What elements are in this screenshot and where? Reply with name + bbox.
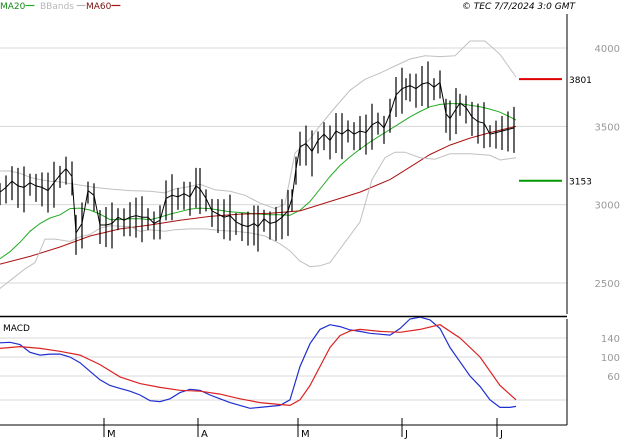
macd-axis-ticks: 140 100 60	[601, 334, 620, 383]
legend-label-bbands: BBands	[40, 2, 74, 12]
price-panel-background	[0, 14, 567, 314]
price-tick-label: 3000	[595, 201, 620, 212]
legend-label-ma20: MA20	[0, 2, 26, 12]
header-legend: MA20 BBands MA60	[0, 2, 121, 12]
resistance-level-label: 3801	[569, 76, 592, 86]
copyright-text: © TEC 7/7/2024 3:0 GMT	[462, 2, 577, 12]
price-tick-label: 3500	[595, 122, 620, 133]
macd-tick-label: 140	[601, 334, 620, 345]
month-label: J	[499, 429, 503, 440]
stock-chart: 38013153 MA20 BBands MA60 © TEC 7/7/2024 3…	[0, 2, 620, 440]
month-label: M	[107, 429, 116, 440]
month-label: M	[301, 429, 310, 440]
month-label: J	[404, 429, 408, 440]
price-axis-ticks: 4000 3500 3000 2500	[595, 44, 620, 290]
macd-tick-label: 60	[607, 372, 620, 383]
legend-label-ma60: MA60	[86, 2, 112, 12]
price-tick-label: 2500	[595, 279, 620, 290]
month-label: A	[201, 429, 208, 440]
support-level-label: 3153	[569, 178, 592, 188]
macd-panel-title: MACD	[3, 324, 30, 334]
macd-panel-background	[0, 319, 567, 425]
macd-tick-label: 100	[601, 353, 620, 364]
price-tick-label: 4000	[595, 44, 620, 55]
